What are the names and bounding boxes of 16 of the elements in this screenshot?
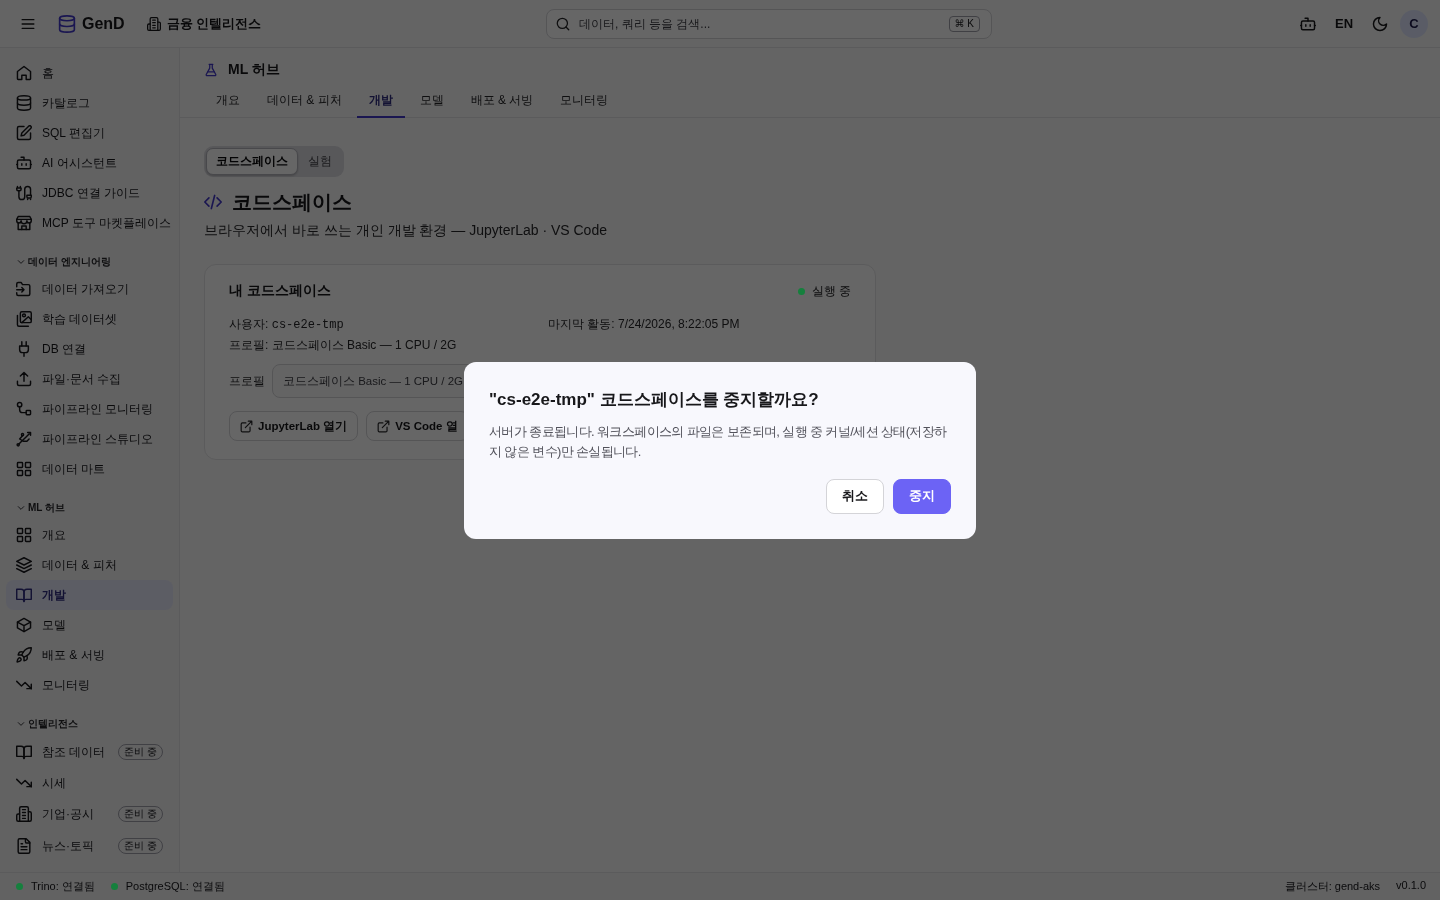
section-heading: 코드스페이스	[232, 189, 352, 215]
field-label: 프로필	[229, 372, 265, 390]
cluster-name: 클러스터: gend-aks	[1284, 879, 1381, 894]
shortcut-key: ⌘ K	[948, 15, 980, 32]
status-text: 실행 중	[811, 282, 851, 300]
profile-text: 프로필: 코드스페이스 Basic — 1 CPU / 2G	[229, 337, 458, 354]
section-description: 브라우저에서 바로 쓰는 개인 개발 환경 — JupyterLab · VS Code	[204, 221, 608, 240]
app-name: GenD	[82, 14, 125, 33]
connection-status: PostgreSQL: 연결됨	[125, 879, 225, 894]
connection-status: Trino: 연결됨	[31, 879, 95, 894]
dialog-message: 서버가 종료됩니다. 워크스페이스의 파일은 보존되며, 실행 중 커널/세션 상태(저장하지 않은 변수)만 손실됩니다.	[489, 422, 948, 461]
last-activity-text: 마지막 활동: 7/24/2026, 8:22:05 PM	[548, 316, 741, 333]
card-title: 내 코드스페이스	[229, 282, 331, 300]
page-title: ML 허브	[228, 61, 280, 79]
version-text: v0.1.0	[1396, 879, 1426, 893]
user-text: 사용자: cs-e2e-tmp	[229, 316, 345, 334]
